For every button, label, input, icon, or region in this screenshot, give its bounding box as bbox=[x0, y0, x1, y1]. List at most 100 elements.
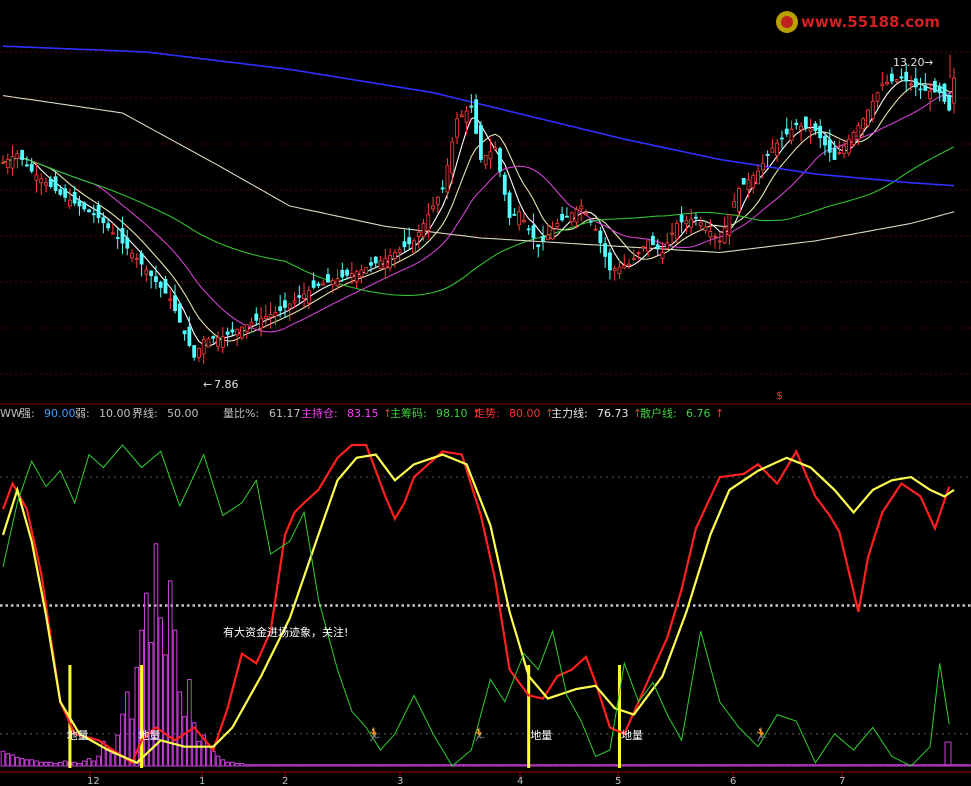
volume-bar bbox=[383, 764, 388, 767]
candle-body bbox=[612, 268, 617, 272]
volume-bar bbox=[712, 764, 718, 767]
volume-bar bbox=[688, 764, 694, 767]
indicator-header-value: 98.10 bbox=[436, 407, 468, 420]
candle-body bbox=[942, 83, 947, 102]
candle-body bbox=[507, 192, 512, 219]
volume-bar bbox=[354, 764, 359, 767]
candle-body bbox=[923, 85, 928, 91]
runner-icon: 🏃 bbox=[753, 727, 769, 743]
candle-body bbox=[698, 221, 703, 227]
volume-bar bbox=[24, 759, 30, 767]
volume-bar bbox=[521, 764, 527, 767]
candle-body bbox=[302, 293, 306, 299]
candle-body bbox=[163, 278, 168, 294]
candle-body bbox=[211, 336, 216, 339]
volume-bar bbox=[512, 764, 517, 767]
volume-bar bbox=[650, 764, 656, 767]
candles bbox=[1, 54, 956, 365]
candle-body bbox=[550, 228, 555, 240]
candle-body bbox=[488, 151, 493, 160]
candle-body bbox=[144, 269, 149, 275]
volume-bar bbox=[344, 764, 350, 767]
watermark-text: www.55188.com bbox=[801, 13, 940, 31]
volume-bar bbox=[115, 734, 120, 767]
volume-bar bbox=[559, 764, 565, 767]
candle-body bbox=[388, 255, 392, 269]
volume-bar bbox=[784, 764, 790, 767]
volume-bar bbox=[760, 764, 766, 767]
volume-bar bbox=[875, 764, 880, 767]
volume-bar bbox=[889, 764, 895, 767]
volume-bar bbox=[77, 763, 82, 767]
indicator-header-label: 走势: bbox=[474, 407, 500, 420]
candle-body bbox=[44, 182, 48, 186]
volume-bar bbox=[774, 764, 780, 767]
indicator-header-value: 76.73 bbox=[597, 407, 629, 420]
indicator-header-label: 界线: bbox=[132, 406, 158, 420]
volume-bar bbox=[502, 764, 508, 767]
volume-bar bbox=[268, 764, 273, 767]
candle-body bbox=[340, 269, 345, 278]
candle-body bbox=[536, 244, 541, 248]
volume-bar bbox=[387, 764, 393, 767]
candle-body bbox=[440, 187, 445, 190]
volume-bar bbox=[492, 764, 498, 767]
candle-body bbox=[259, 317, 263, 329]
volume-bar bbox=[750, 764, 756, 767]
volume-bar bbox=[944, 741, 952, 767]
volume-bar bbox=[277, 764, 283, 767]
candle-body bbox=[158, 281, 163, 288]
volume-bar bbox=[187, 679, 192, 767]
candle-body bbox=[330, 279, 335, 285]
big-money-annotation: 有大资金进场迹象，关注! bbox=[223, 625, 348, 639]
candle-body bbox=[636, 252, 641, 255]
volume-bar bbox=[837, 764, 842, 767]
candle-body bbox=[517, 211, 522, 226]
candle-body bbox=[880, 83, 885, 87]
candle-body bbox=[283, 300, 287, 308]
candle-body bbox=[120, 228, 125, 244]
volume-bar bbox=[641, 764, 646, 767]
candle-body bbox=[603, 243, 608, 257]
volume-bar bbox=[507, 764, 512, 767]
candle-body bbox=[641, 246, 646, 249]
candle-body bbox=[584, 213, 588, 216]
candle-body bbox=[378, 260, 383, 269]
volume-bar bbox=[81, 760, 87, 767]
volume-bar bbox=[884, 764, 890, 767]
candle-body bbox=[846, 138, 851, 154]
volume-bar bbox=[621, 764, 627, 767]
volume-bar bbox=[459, 764, 465, 767]
candle-body bbox=[531, 225, 536, 239]
candle-body bbox=[292, 300, 297, 304]
volume-bar bbox=[746, 764, 751, 767]
volume-bar bbox=[421, 764, 426, 767]
candle-body bbox=[321, 283, 326, 286]
volume-bar bbox=[34, 760, 39, 767]
volume-bar bbox=[368, 764, 374, 767]
candle-body bbox=[674, 223, 679, 240]
volume-bar bbox=[817, 764, 823, 767]
indicator-header-value: 80.00 bbox=[509, 407, 541, 420]
volume-bar bbox=[722, 764, 727, 767]
volume-bar bbox=[856, 764, 861, 767]
candle-body bbox=[464, 110, 469, 123]
volume-bar bbox=[860, 764, 866, 767]
indicator-header-value: 10.00 bbox=[99, 407, 131, 420]
candle-body bbox=[899, 76, 904, 79]
candle-body bbox=[493, 147, 498, 150]
candle-body bbox=[545, 234, 550, 240]
candle-body bbox=[670, 232, 674, 235]
candle-body bbox=[794, 122, 799, 126]
candle-body bbox=[77, 200, 82, 207]
candle-body bbox=[263, 316, 268, 319]
candle-body bbox=[345, 269, 349, 276]
candle-body bbox=[827, 139, 832, 153]
volume-bar bbox=[0, 750, 6, 767]
volume-bar bbox=[679, 764, 684, 767]
candle-body bbox=[187, 326, 192, 346]
candle-body bbox=[268, 314, 273, 318]
candle-body bbox=[316, 283, 321, 287]
candle-body bbox=[708, 231, 713, 238]
candle-body bbox=[154, 276, 158, 282]
